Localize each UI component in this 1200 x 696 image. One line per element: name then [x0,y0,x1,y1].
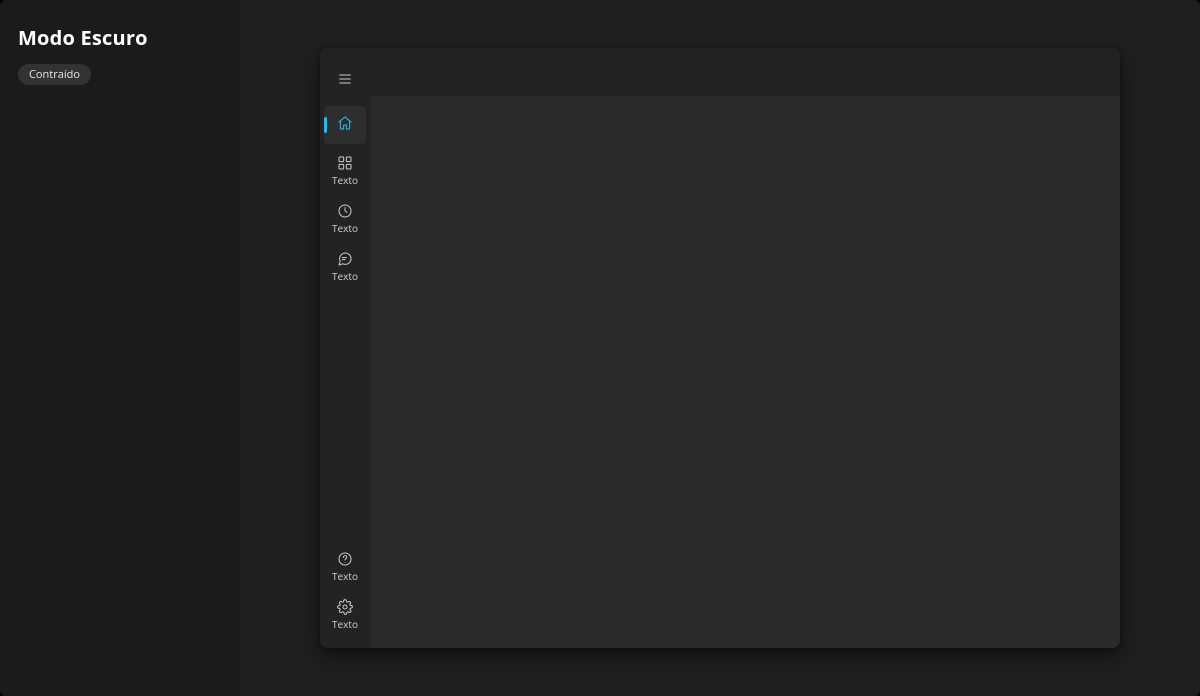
nav-item-label: Texto [332,619,358,629]
gear-icon [337,599,353,615]
preview-panel: Texto Texto Texto [240,0,1200,696]
sidebar-toggle-button[interactable] [324,60,366,98]
nav-item-label: Texto [332,223,358,233]
chat-icon [337,251,353,267]
nav-item-label: Texto [332,271,358,281]
nav-item-home[interactable] [324,106,366,144]
nav-item-clock[interactable]: Texto [324,196,366,240]
nav-item-settings[interactable]: Texto [324,592,366,636]
main-content-area [370,96,1120,648]
nav-item-grid[interactable]: Texto [324,148,366,192]
docs-side-panel: Modo Escuro Contraído [0,0,240,696]
app-card: Texto Texto Texto [320,48,1120,648]
home-icon [337,115,353,131]
help-icon [337,551,353,567]
collapsed-sidebar: Texto Texto Texto [320,48,370,648]
grid-icon [337,155,353,171]
status-badge: Contraído [18,64,91,85]
page-root: Modo Escuro Contraído [0,0,1200,696]
clock-icon [337,203,353,219]
page-title: Modo Escuro [18,24,222,51]
nav-item-chat[interactable]: Texto [324,244,366,288]
sidebar-top-group: Texto Texto Texto [320,58,370,290]
nav-item-label: Texto [332,571,358,581]
nav-item-label: Texto [332,175,358,185]
sidebar-bottom-group: Texto Texto [320,542,370,638]
menu-icon [337,71,353,87]
nav-item-help[interactable]: Texto [324,544,366,588]
